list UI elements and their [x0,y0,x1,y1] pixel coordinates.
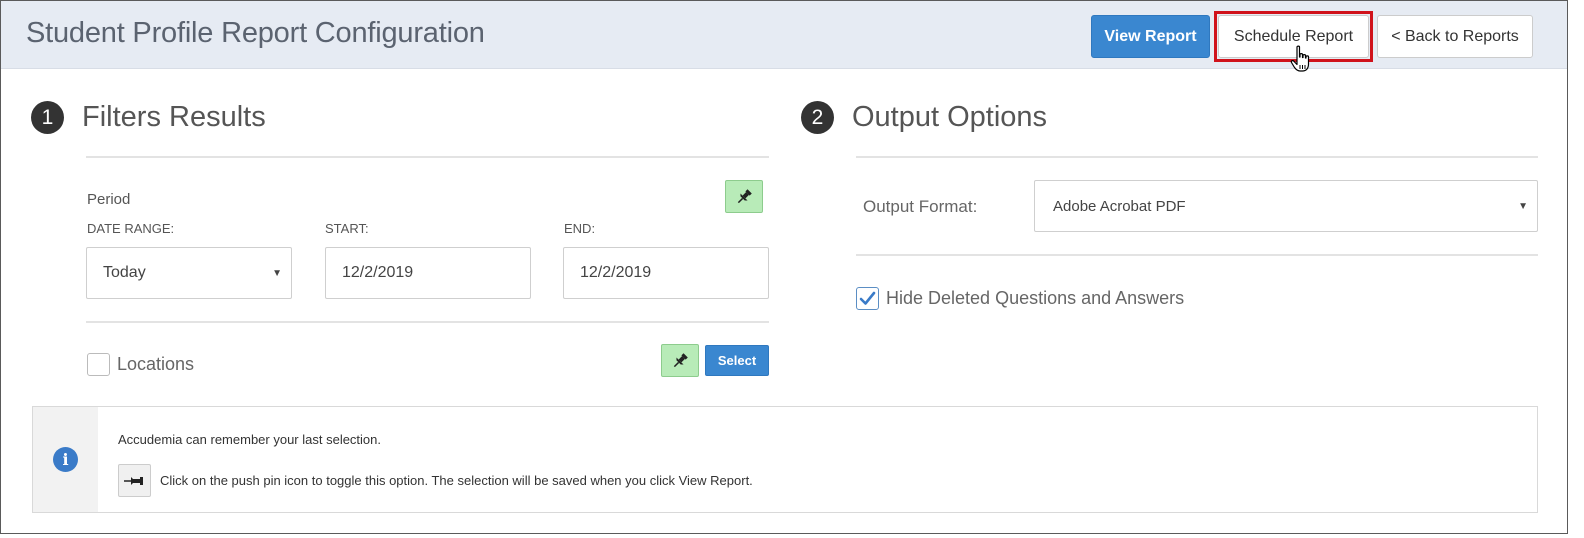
info-panel: i Accudemia can remember your last selec… [32,406,1538,513]
push-pin-icon [737,188,752,203]
period-label: Period [87,191,131,208]
divider [86,156,769,158]
hand-cursor-icon [1290,45,1310,72]
end-date-value: 12/2/2019 [580,264,652,281]
start-date-value: 12/2/2019 [342,264,414,281]
output-section-title: Output Options [852,101,1048,133]
divider [86,321,769,323]
locations-label: Locations [117,354,195,374]
period-pin-button[interactable] [725,180,763,213]
info-panel-sidebar: i [33,407,98,512]
page-title: Student Profile Report Configuration [26,17,485,49]
info-text-toggle: Click on the push pin icon to toggle thi… [160,473,753,488]
push-pin-icon [123,476,143,485]
info-icon: i [53,447,78,472]
hide-deleted-checkbox[interactable] [856,287,879,310]
page-header: Student Profile Report Configuration Vie… [1,1,1567,72]
caret-down-icon: ▼ [1518,201,1528,212]
report-config-window: Student Profile Report Configuration Vie… [0,0,1568,534]
locations-select-button[interactable]: Select [705,345,769,376]
date-range-value: Today [103,264,146,281]
end-date-input[interactable]: 12/2/2019 [563,247,769,299]
step-2-badge: 2 [801,101,834,134]
back-to-reports-button[interactable]: < Back to Reports [1377,15,1533,58]
start-date-input[interactable]: 12/2/2019 [325,247,531,299]
info-text-remember: Accudemia can remember your last selecti… [118,432,382,447]
locations-pin-button[interactable] [661,344,699,377]
divider [856,254,1538,256]
date-range-label: DATE RANGE: [87,221,175,236]
divider [856,156,1538,158]
push-pin-example [118,464,151,497]
output-format-select[interactable]: Adobe Acrobat PDF ▼ [1034,180,1538,232]
filters-section-title: Filters Results [82,101,266,133]
output-format-value: Adobe Acrobat PDF [1053,197,1186,215]
output-format-label: Output Format: [863,197,978,216]
end-label: END: [564,221,596,236]
date-range-select[interactable]: Today ▼ [86,247,292,299]
step-1-badge: 1 [31,101,64,134]
push-pin-icon [673,352,688,367]
hide-deleted-label: Hide Deleted Questions and Answers [886,288,1185,308]
view-report-button[interactable]: View Report [1091,15,1210,58]
start-label: START: [325,221,369,236]
locations-checkbox[interactable] [87,353,110,376]
checkmark-icon [859,291,876,305]
caret-down-icon: ▼ [272,268,282,279]
